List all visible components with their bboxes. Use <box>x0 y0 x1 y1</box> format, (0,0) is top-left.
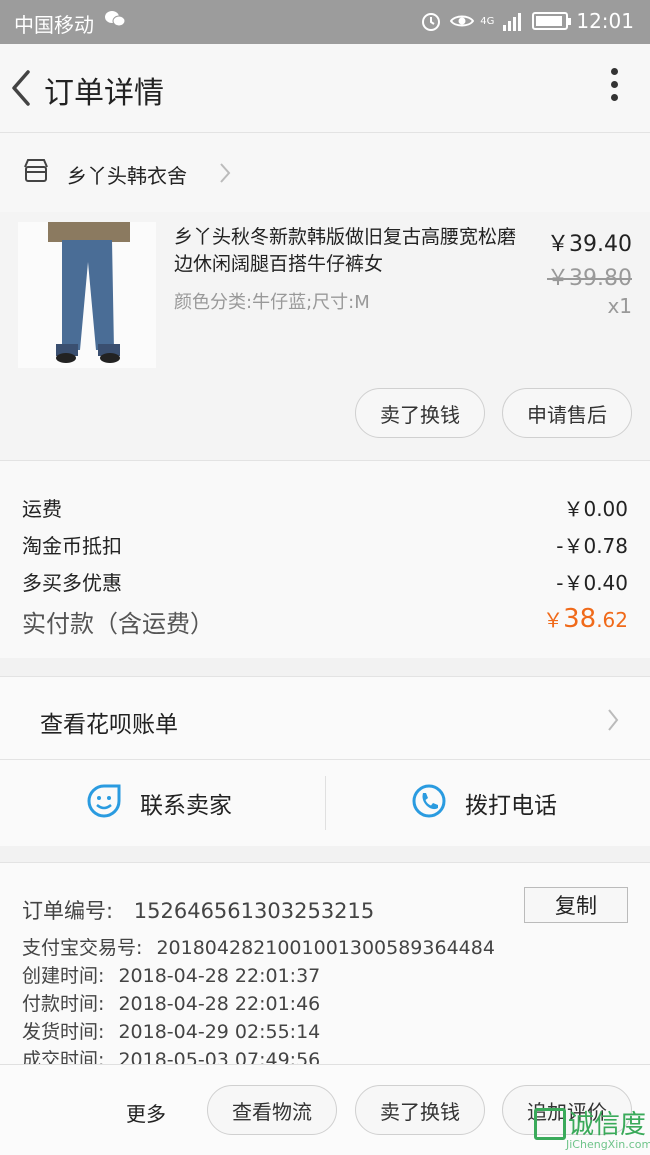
signal-icon <box>502 10 524 32</box>
fee-summary: 运费 ￥0.00 淘金币抵扣 -￥0.78 多买多优惠 -￥0.40 实付款（含… <box>0 460 650 658</box>
original-price: ￥39.80 <box>547 266 632 291</box>
carrier-name: 中国移动 <box>14 13 94 37</box>
product-title[interactable]: 乡丫头秋冬新款韩版做旧复古高腰宽松磨边休闲阔腿百搭牛仔裤女 <box>174 224 524 278</box>
alarm-icon <box>420 10 442 32</box>
wechat-icon <box>104 9 126 34</box>
fee-label: 运费 <box>22 497 62 521</box>
info-value: 2018-04-28 22:01:37 <box>118 965 321 987</box>
created-time-row: 创建时间: 2018-04-28 22:01:37 <box>22 961 320 988</box>
fee-row-discount: 多买多优惠 -￥0.40 <box>22 567 628 596</box>
chevron-right-icon <box>606 707 620 733</box>
battery-icon <box>532 12 572 30</box>
shop-row[interactable]: 乡丫头韩衣舍 <box>0 132 650 212</box>
call-phone-label: 拨打电话 <box>465 793 557 819</box>
more-menu-icon[interactable] <box>608 68 620 108</box>
alipay-trade-row: 支付宝交易号: 2018042821001001300589364484 <box>22 933 495 960</box>
total-amount: ￥38.62 <box>543 604 628 634</box>
more-button[interactable]: 更多 <box>126 1098 166 1127</box>
order-number[interactable]: 152646561303253215 <box>134 899 375 923</box>
total-label: 实付款（含运费） <box>22 610 214 638</box>
info-key: 发货时间: <box>22 1021 105 1043</box>
contact-seller-button[interactable]: 联系卖家 <box>86 760 232 846</box>
paid-time-row: 付款时间: 2018-04-28 22:01:46 <box>22 989 320 1016</box>
product-quantity: x1 <box>607 294 632 318</box>
info-value: 2018042821001001300589364484 <box>156 937 495 959</box>
copy-button[interactable]: 复制 <box>524 887 628 923</box>
call-phone-button[interactable]: 拨打电话 <box>411 760 557 846</box>
after-sale-button[interactable]: 申请售后 <box>502 388 632 438</box>
watermark-domain: JiChengXin.com <box>566 1138 650 1151</box>
product-price: ￥39.40 <box>547 232 632 257</box>
order-info: 订单编号: 152646561303253215 复制 支付宝交易号: 2018… <box>0 862 650 1082</box>
huabei-bill-row[interactable]: 查看花呗账单 <box>0 676 650 760</box>
fee-label: 淘金币抵扣 <box>22 534 122 558</box>
info-key: 支付宝交易号: <box>22 937 143 959</box>
product-image[interactable] <box>18 222 156 368</box>
status-bar: 中国移动 4G 12:01 <box>0 0 650 44</box>
fee-row-coin: 淘金币抵扣 -￥0.78 <box>22 530 628 559</box>
watermark-text: 诚信度 <box>568 1110 647 1140</box>
info-key: 付款时间: <box>22 993 105 1015</box>
product-spec: 颜色分类:牛仔蓝;尺寸:M <box>174 292 370 313</box>
clock: 12:01 <box>576 9 634 33</box>
huabei-bill-label: 查看花呗账单 <box>40 712 178 738</box>
fee-label: 多买多优惠 <box>22 571 122 595</box>
order-item[interactable]: 乡丫头秋冬新款韩版做旧复古高腰宽松磨边休闲阔腿百搭牛仔裤女 颜色分类:牛仔蓝;尺… <box>0 212 650 460</box>
watermark-logo-icon <box>534 1108 566 1140</box>
order-number-row: 订单编号: 152646561303253215 <box>22 895 374 925</box>
contact-seller-label: 联系卖家 <box>140 793 232 819</box>
chevron-right-icon <box>218 161 232 185</box>
info-value: 2018-04-29 02:55:14 <box>118 1021 321 1043</box>
store-icon <box>22 157 50 185</box>
divider <box>325 776 326 830</box>
phone-icon <box>411 783 447 823</box>
fee-value: -￥0.40 <box>556 571 628 595</box>
eye-icon <box>450 10 475 32</box>
fee-value: ￥0.00 <box>563 497 628 521</box>
sell-button[interactable]: 卖了换钱 <box>355 1085 485 1135</box>
back-icon[interactable] <box>8 66 38 110</box>
shop-name: 乡丫头韩衣舍 <box>67 164 187 188</box>
total-row: 实付款（含运费） ￥38.62 <box>22 604 628 639</box>
title-bar: 订单详情 <box>0 44 650 132</box>
info-key: 创建时间: <box>22 965 105 987</box>
shipped-time-row: 发货时间: 2018-04-29 02:55:14 <box>22 1017 320 1044</box>
site-watermark: 诚信度 JiChengXin.com <box>532 1104 650 1152</box>
contact-bar: 联系卖家 拨打电话 <box>0 760 650 846</box>
network-type: 4G <box>480 15 495 27</box>
chat-icon <box>86 783 122 823</box>
sell-item-button[interactable]: 卖了换钱 <box>355 388 485 438</box>
info-key: 订单编号: <box>22 899 114 923</box>
fee-row-shipping: 运费 ￥0.00 <box>22 493 628 522</box>
view-logistics-button[interactable]: 查看物流 <box>207 1085 337 1135</box>
page-title: 订单详情 <box>44 76 164 111</box>
fee-value: -￥0.78 <box>556 534 628 558</box>
info-value: 2018-04-28 22:01:46 <box>118 993 321 1015</box>
